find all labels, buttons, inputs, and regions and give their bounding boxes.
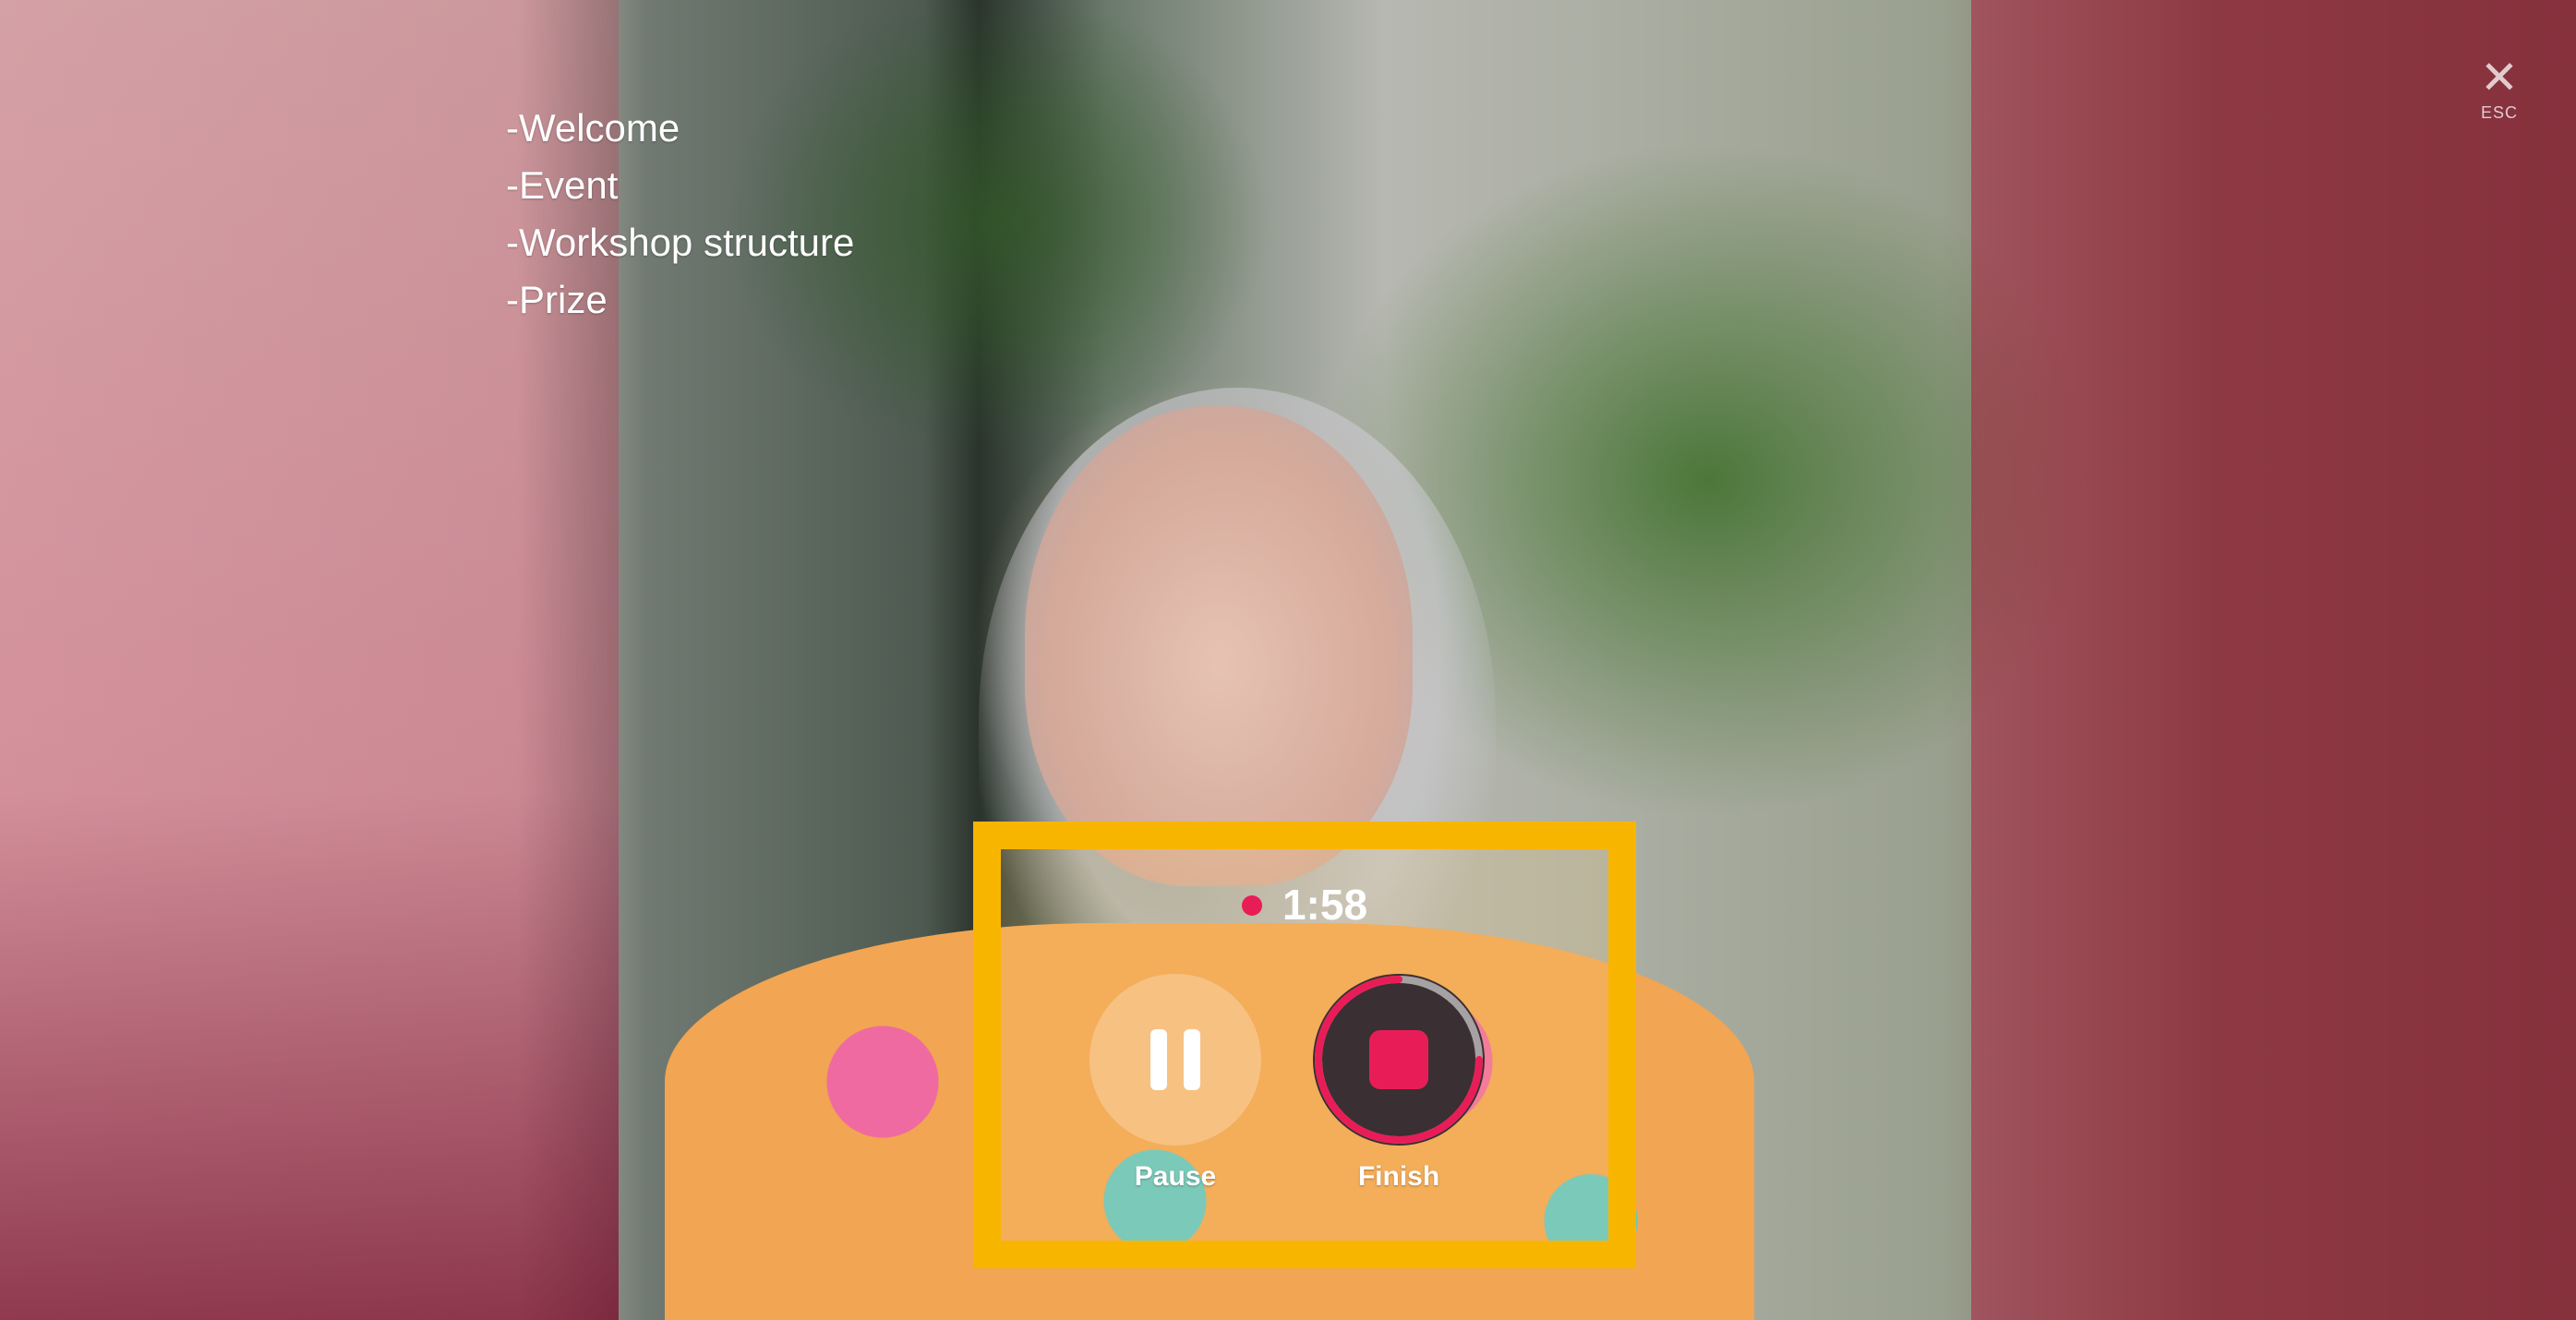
esc-shortcut-label: ESC <box>2480 103 2518 122</box>
pause-icon <box>1150 1029 1200 1090</box>
recording-indicator-dot <box>1241 894 1262 916</box>
timer-value: 1:58 <box>1282 881 1368 929</box>
agenda-item: -Prize <box>506 278 608 321</box>
agenda-item: -Welcome <box>506 106 680 150</box>
finish-button[interactable] <box>1313 974 1485 1146</box>
recording-timer: 1:58 <box>1001 879 1608 930</box>
finish-label: Finish <box>1357 1161 1440 1192</box>
pause-button[interactable] <box>1089 974 1261 1146</box>
teleprompter-agenda: -Welcome -Event -Workshop structure -Pri… <box>506 100 854 329</box>
person-face <box>1025 406 1413 886</box>
right-tint-overlay <box>1971 0 2576 1320</box>
camera-preview: -Welcome -Event -Workshop structure -Pri… <box>0 0 2576 1320</box>
agenda-item: -Workshop structure <box>506 221 855 264</box>
pause-label: Pause <box>1134 1161 1217 1192</box>
recording-controls: 1:58 Pause Finish <box>973 822 1636 1268</box>
close-button[interactable]: ✕ ESC <box>2467 54 2532 137</box>
stop-icon <box>1369 1030 1428 1089</box>
close-icon: ✕ <box>2480 51 2519 104</box>
agenda-item: -Event <box>506 163 619 207</box>
